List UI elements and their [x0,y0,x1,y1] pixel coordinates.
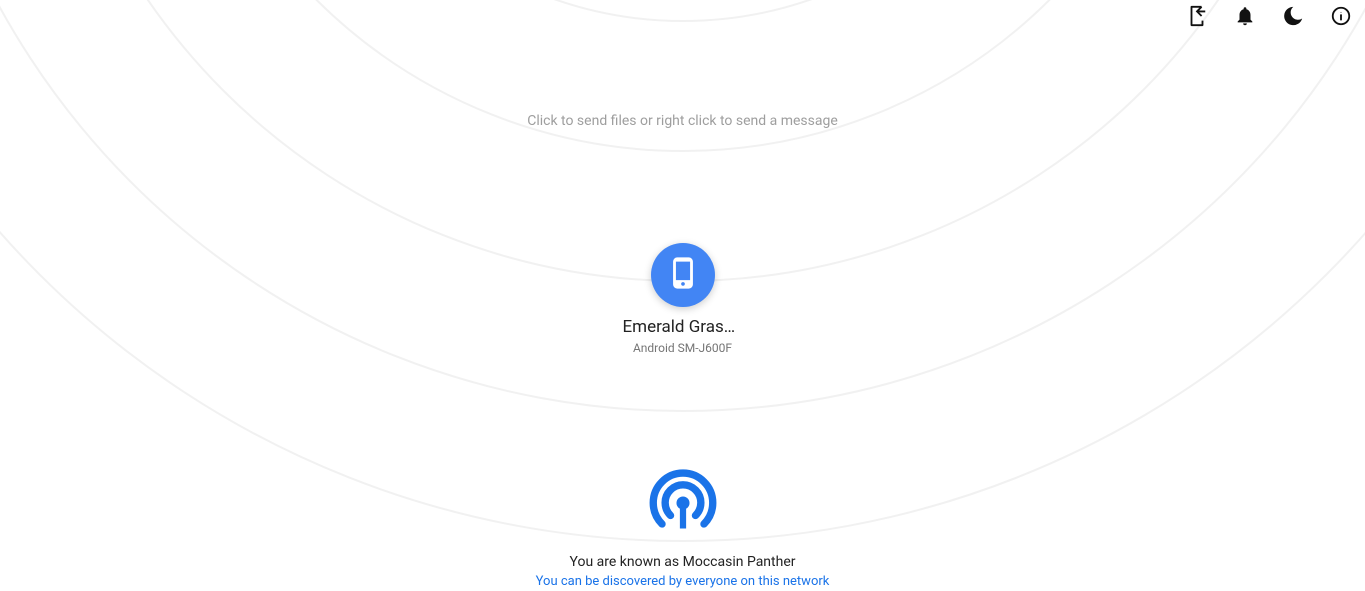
app-logo [648,470,718,540]
peer-name: Emerald Grasshopper [623,317,743,337]
display-name-value: Moccasin Panther [683,554,796,570]
discovery-info[interactable]: You can be discovered by everyone on thi… [536,574,830,589]
header [1173,0,1365,36]
install-icon [1186,5,1208,31]
footer: You are known as Moccasin Panther You ca… [0,470,1365,591]
bell-icon [1234,5,1256,31]
peer-avatar[interactable] [651,243,715,307]
moon-icon [1282,5,1304,31]
display-name-prefix: You are known as [570,554,683,570]
peer-device: Android SM-J600F [633,341,732,355]
notifications-button[interactable] [1233,6,1257,30]
display-name-text[interactable]: You are known as Moccasin Panther [570,554,796,570]
theme-toggle-button[interactable] [1281,6,1305,30]
install-button[interactable] [1185,6,1209,30]
peer: Emerald Grasshopper Android SM-J600F [0,243,1365,355]
about-button[interactable] [1329,6,1353,30]
info-icon [1330,5,1352,31]
snapdrop-logo-icon [649,469,717,541]
instructions-text: Click to send files or right click to se… [0,113,1365,129]
phone-icon [666,256,700,294]
